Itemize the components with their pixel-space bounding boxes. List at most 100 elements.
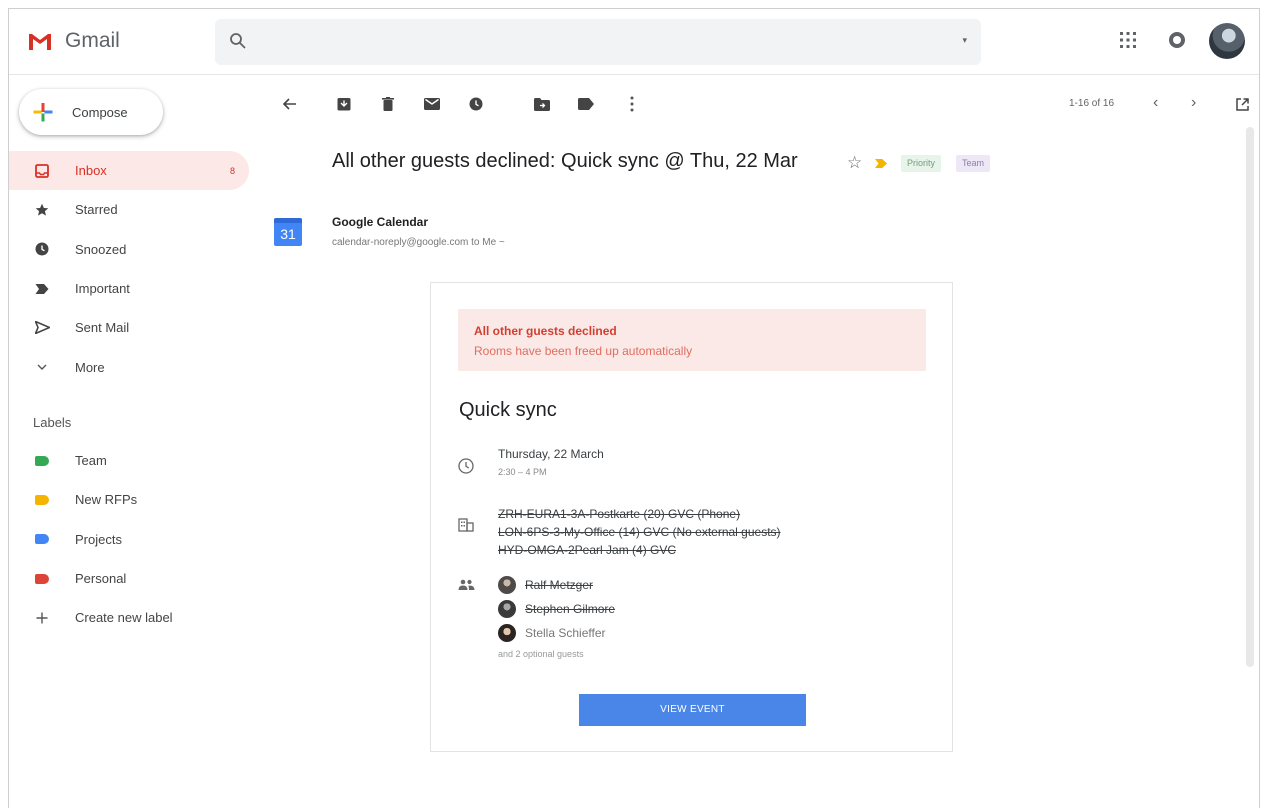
room-item: ZRH-EURA1-3A-Postkarte (20) GVC (Phone) (498, 507, 741, 521)
label-item-team[interactable]: Team (9, 441, 249, 480)
prev-page-icon[interactable]: ‹ (1153, 94, 1158, 112)
open-new-window-icon[interactable] (1233, 95, 1251, 113)
compose-label: Compose (72, 104, 128, 120)
event-card: All other guests declined Rooms have bee… (430, 282, 953, 752)
email-subject: All other guests declined: Quick sync @ … (332, 150, 798, 172)
important-marker-icon[interactable] (875, 159, 887, 168)
send-icon (34, 320, 50, 336)
label-icon[interactable] (577, 95, 595, 113)
labels-list: Team New RFPs Projects Personal Create n… (9, 441, 265, 637)
apps-grid-icon[interactable] (1119, 31, 1137, 49)
label-name: Projects (75, 531, 122, 547)
sidebar-item-label: Snoozed (75, 241, 127, 257)
alert-subtitle: Rooms have been freed up automatically (474, 344, 693, 358)
sidebar-item-snoozed[interactable]: Snoozed (9, 230, 249, 269)
label-name: Team (75, 453, 107, 469)
label-chip-team[interactable]: Team (956, 155, 991, 172)
time-icon (457, 457, 475, 475)
guest-name: Stella Schieffer (525, 626, 606, 640)
sidebar-item-label: Important (75, 281, 130, 297)
star-icon (34, 202, 50, 218)
label-tag-icon (34, 492, 50, 508)
guest-name: Ralf Metzger (525, 578, 594, 592)
guest-row: Ralf Metzger (498, 576, 593, 594)
label-tag-icon (34, 571, 50, 587)
plus-icon (33, 103, 53, 122)
guest-avatar (498, 600, 516, 618)
create-label-text: Create new label (75, 610, 173, 626)
room-icon (457, 516, 475, 534)
labels-heading: Labels (33, 415, 72, 430)
decline-alert: All other guests declined Rooms have bee… (458, 309, 926, 371)
search-options-icon[interactable]: ▾ (962, 35, 967, 46)
label-item-new-rfps[interactable]: New RFPs (9, 480, 249, 519)
notifications-icon[interactable] (1167, 30, 1187, 50)
chevron-down-icon (34, 359, 50, 375)
guest-row: Stephen Gilmore (498, 600, 615, 618)
search-icon[interactable] (229, 32, 247, 50)
sidebar-item-important[interactable]: Important (9, 269, 249, 308)
sidebar-item-sent-mail[interactable]: Sent Mail (9, 308, 249, 347)
guest-avatar (498, 576, 516, 594)
create-label-button[interactable]: Create new label (9, 598, 249, 637)
guest-name: Stephen Gilmore (525, 602, 616, 616)
room-item: HYD-OMGA-2Pearl Jam (4) GVC (498, 543, 677, 557)
move-to-icon[interactable] (533, 95, 551, 113)
archive-icon[interactable] (335, 95, 353, 113)
event-time: 2:30 – 4 PM (498, 467, 547, 477)
search-bar[interactable]: ▾ (215, 19, 981, 65)
next-page-icon[interactable]: › (1191, 94, 1196, 112)
gmail-window: Gmail ▾ Compose Inbox 8 Starred Snoozed … (8, 8, 1260, 808)
inbox-count: 8 (229, 165, 235, 176)
view-event-button[interactable]: VIEW EVENT (579, 694, 806, 726)
account-avatar[interactable] (1209, 23, 1245, 59)
optional-guests-text: and 2 optional guests (498, 649, 584, 659)
event-date: Thursday, 22 March (498, 447, 604, 461)
message-toolbar: 1-16 of 16 ‹ › (273, 75, 1259, 127)
mark-unread-icon[interactable] (423, 95, 441, 113)
sender-name: Google Calendar (332, 215, 429, 229)
guest-row: Stella Schieffer (498, 624, 606, 642)
scrollbar[interactable] (1246, 127, 1254, 667)
clock-icon (34, 241, 50, 257)
google-calendar-icon: 31 (274, 218, 302, 246)
important-icon (34, 281, 50, 297)
search-input[interactable] (265, 19, 945, 65)
sidebar-item-label: Sent Mail (75, 320, 130, 336)
app-name: Gmail (65, 29, 120, 52)
calendar-day: 31 (280, 226, 296, 242)
inbox-icon (34, 163, 50, 179)
alert-title: All other guests declined (474, 324, 617, 338)
label-name: Personal (75, 571, 127, 587)
sidebar-item-label: Inbox (75, 163, 107, 179)
nav-list: Inbox 8 Starred Snoozed Important Sent M… (9, 151, 265, 387)
sidebar-item-label: Starred (75, 202, 118, 218)
compose-button[interactable]: Compose (19, 89, 163, 135)
snooze-icon[interactable] (467, 95, 485, 113)
gmail-logo[interactable]: Gmail (27, 29, 120, 53)
sidebar-item-starred[interactable]: Starred (9, 190, 249, 229)
label-name: New RFPs (75, 492, 138, 508)
star-icon[interactable]: ☆ (847, 153, 862, 173)
gmail-m-icon (29, 34, 51, 50)
pagination-text: 1-16 of 16 (1069, 98, 1115, 109)
label-chip-priority[interactable]: Priority (901, 155, 942, 172)
label-tag-icon (34, 453, 50, 469)
label-item-projects[interactable]: Projects (9, 520, 249, 559)
label-tag-icon (34, 531, 50, 547)
back-arrow-icon[interactable] (281, 95, 299, 113)
room-item: LON-6PS-3-My-Office (14) GVC (No externa… (498, 525, 781, 539)
sidebar-item-label: More (75, 359, 105, 375)
guest-avatar (498, 624, 516, 642)
delete-icon[interactable] (379, 95, 397, 113)
guests-icon (457, 576, 475, 594)
label-item-personal[interactable]: Personal (9, 559, 249, 598)
event-title: Quick sync (459, 399, 557, 421)
sender-details[interactable]: calendar-noreply@google.com to Me ~ (332, 237, 505, 248)
sidebar: Compose Inbox 8 Starred Snoozed Importan… (9, 75, 265, 808)
top-bar: Gmail ▾ (9, 9, 1259, 75)
more-options-icon[interactable] (623, 95, 641, 113)
sidebar-item-more[interactable]: More (9, 347, 249, 386)
sidebar-item-inbox[interactable]: Inbox 8 (9, 151, 249, 191)
plus-icon (34, 610, 50, 626)
